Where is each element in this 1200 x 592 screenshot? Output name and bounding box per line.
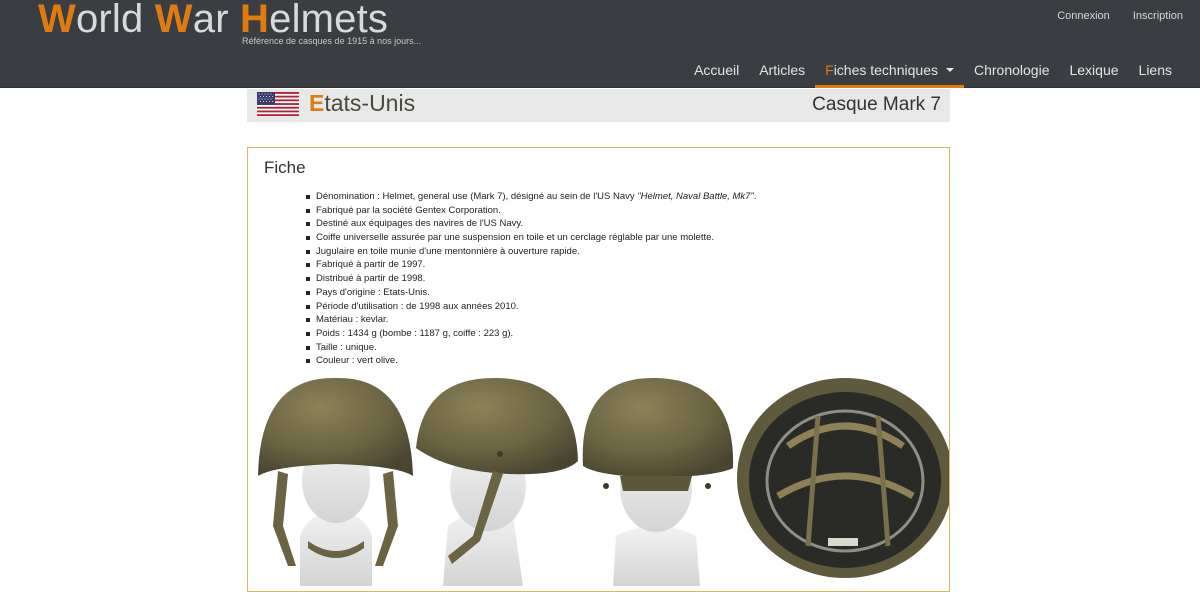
spec-text: .: [753, 191, 757, 202]
list-item: Fabriqué à partir de 1997.: [304, 258, 756, 272]
logo-text: orld: [75, 0, 155, 41]
login-link[interactable]: Connexion: [1057, 10, 1110, 22]
nav-home[interactable]: Accueil: [684, 56, 749, 88]
nav-articles[interactable]: Articles: [749, 56, 815, 88]
nav-links[interactable]: Liens: [1129, 56, 1182, 88]
spec-list: Dénomination : Helmet, general use (Mark…: [304, 190, 756, 368]
nav-fiches-initial: F: [825, 62, 834, 78]
spec-emphasis: "Helmet, Naval Battle, Mk7": [637, 191, 754, 202]
list-item: Destiné aux équipages des navires de l'U…: [304, 217, 756, 231]
list-item: Distribué à partir de 1998.: [304, 272, 756, 286]
spec-text: Dénomination : Helmet, general use (Mark…: [316, 191, 638, 202]
logo-letter: W: [38, 0, 76, 41]
list-item: Coiffe universelle assurée par une suspe…: [304, 231, 756, 245]
list-item: Taille : unique.: [304, 341, 756, 355]
logo-text: elmets: [269, 0, 389, 41]
helmet-side-photo: [416, 377, 578, 586]
helmet-interior-photo: [737, 378, 949, 578]
auth-links: Connexion Inscription: [1037, 10, 1183, 22]
list-item: Matériau : kevlar.: [304, 313, 756, 327]
country-rest: tats-Unis: [324, 90, 416, 116]
list-item: Poids : 1434 g (bombe : 1187 g, coiffe :…: [304, 327, 756, 341]
main-nav: Accueil Articles Fiches techniques Chron…: [684, 56, 1182, 88]
logo-letter: H: [240, 0, 270, 41]
list-item: Période d'utilisation : de 1998 aux anné…: [304, 300, 756, 314]
fiche-card: Fiche Dénomination : Helmet, general use…: [247, 147, 950, 592]
country-bar: Etats-Unis Casque Mark 7: [247, 89, 950, 122]
list-item: Dénomination : Helmet, general use (Mark…: [304, 190, 756, 204]
site-header: World War Helmets Référence de casques d…: [0, 0, 1200, 88]
country-initial: E: [309, 90, 325, 116]
nav-lexicon[interactable]: Lexique: [1059, 56, 1128, 88]
list-item: Couleur : vert olive.: [304, 354, 756, 368]
helmet-front-photo: [258, 377, 413, 586]
logo-letter: W: [154, 0, 193, 41]
logo-text: ar: [192, 0, 241, 41]
us-flag-icon: [257, 92, 299, 116]
list-item: Fabriqué par la société Gentex Corporati…: [304, 204, 756, 218]
register-link[interactable]: Inscription: [1133, 10, 1183, 22]
helmet-back-photo: [582, 377, 734, 586]
list-item: Pays d'origine : Etats-Unis.: [304, 286, 756, 300]
site-tagline: Référence de casques de 1915 à nos jours…: [242, 36, 422, 46]
nav-fiches-techniques[interactable]: Fiches techniques: [815, 56, 964, 88]
helmet-photos: [258, 377, 949, 586]
nav-fiches-label: iches techniques: [833, 62, 938, 78]
card-title: Fiche: [264, 158, 306, 177]
list-item: Jugulaire en toile munie d'une mentonniè…: [304, 245, 756, 259]
nav-chronology[interactable]: Chronologie: [964, 56, 1060, 88]
chevron-down-icon: [945, 68, 954, 72]
country-name: Etats-Unis: [309, 89, 415, 117]
helmet-model: Casque Mark 7: [812, 94, 941, 115]
